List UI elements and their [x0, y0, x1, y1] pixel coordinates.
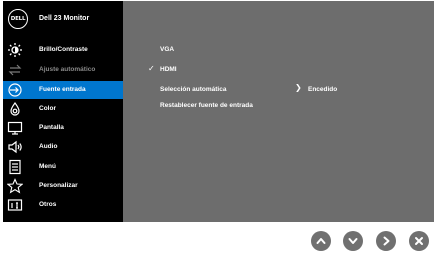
close-icon	[415, 237, 423, 245]
star-icon	[7, 178, 23, 194]
chevron-right-icon	[383, 236, 390, 246]
auto-adjust-icon	[7, 62, 23, 78]
option-restablecer-fuente[interactable]: Restablecer fuente de entrada	[160, 102, 253, 109]
menu-label: Fuente entrada	[39, 86, 86, 93]
chevron-up-icon	[316, 238, 326, 244]
brightness-icon	[7, 42, 23, 58]
display-icon	[7, 120, 23, 136]
input-source-icon	[7, 82, 23, 98]
menu-item-ajuste-automatico: Ajuste automático	[3, 61, 123, 79]
others-icon	[7, 197, 23, 213]
menu-label: Color	[39, 105, 56, 112]
sidebar: DELL Dell 23 Monitor Brillo/Contraste Aj…	[3, 1, 123, 222]
menu-label: Menú	[39, 163, 56, 170]
menu-item-color[interactable]: Color	[3, 100, 123, 118]
chevron-right-icon: ❯	[295, 83, 302, 92]
menu-label: Ajuste automático	[39, 66, 96, 73]
menu-item-otros[interactable]: Otros	[3, 196, 123, 214]
menu-item-pantalla[interactable]: Pantalla	[3, 119, 123, 137]
menu-item-personalizar[interactable]: Personalizar	[3, 177, 123, 195]
menu-item-audio[interactable]: Audio	[3, 138, 123, 156]
audio-icon	[7, 139, 23, 155]
option-value-encedido: Encedido	[308, 86, 338, 93]
dell-logo: DELL	[8, 9, 28, 29]
menu-item-brillo-contraste[interactable]: Brillo/Contraste	[3, 41, 123, 59]
menu-label: Brillo/Contraste	[39, 46, 88, 53]
option-seleccion-automatica[interactable]: Selección automática	[160, 86, 226, 93]
chevron-down-icon	[348, 238, 358, 244]
option-vga[interactable]: VGA	[160, 46, 174, 53]
option-hdmi[interactable]: HDMI	[160, 66, 177, 73]
menu-icon	[7, 159, 23, 175]
submenu-panel: VGA ✓ HDMI Selección automática ❯ Encedi…	[123, 1, 434, 222]
monitor-title: Dell 23 Monitor	[39, 15, 90, 22]
menu-item-fuente-entrada[interactable]: Fuente entrada	[3, 81, 123, 99]
monitor-osd: DELL Dell 23 Monitor Brillo/Contraste Aj…	[3, 1, 434, 222]
up-button[interactable]	[311, 231, 331, 251]
menu-item-menu[interactable]: Menú	[3, 158, 123, 176]
menu-label: Pantalla	[39, 124, 64, 131]
menu-label: Audio	[39, 143, 58, 150]
exit-button[interactable]	[409, 231, 429, 251]
down-button[interactable]	[343, 231, 363, 251]
color-icon	[7, 101, 23, 117]
checkmark-icon: ✓	[148, 64, 155, 73]
menu-label: Otros	[39, 201, 57, 208]
right-button[interactable]	[376, 231, 396, 251]
header: DELL Dell 23 Monitor	[3, 1, 123, 41]
menu-label: Personalizar	[39, 182, 78, 189]
